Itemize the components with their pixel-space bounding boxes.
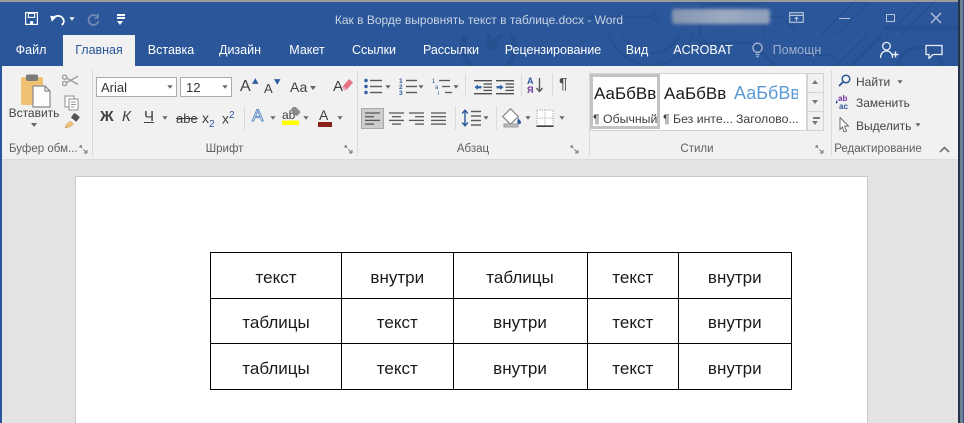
svg-text:ac: ac	[839, 102, 848, 110]
svg-text:Я: Я	[527, 85, 533, 95]
svg-text:3: 3	[399, 90, 403, 95]
svg-text:i: i	[438, 91, 439, 95]
svg-text:А: А	[333, 78, 343, 95]
